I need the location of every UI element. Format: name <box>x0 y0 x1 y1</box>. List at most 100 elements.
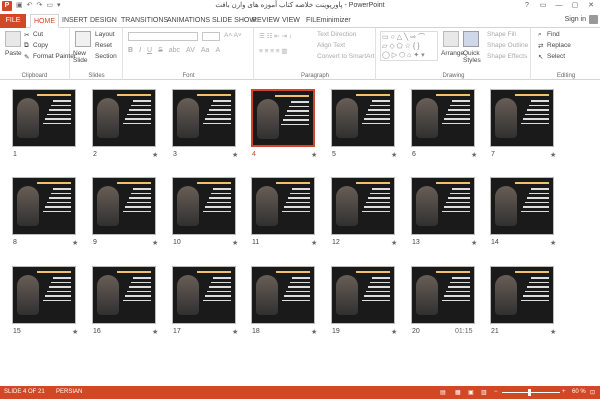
shape-outline-button[interactable]: Shape Outline <box>487 42 528 49</box>
close-button[interactable]: ✕ <box>584 0 598 11</box>
shape-fill-button[interactable]: Shape Fill <box>487 31 516 38</box>
tab-file[interactable]: FILE <box>0 14 26 28</box>
zoom-slider-thumb[interactable] <box>528 389 531 396</box>
strikethrough-button[interactable]: S <box>158 47 163 54</box>
animation-star-icon: ★ <box>391 329 398 336</box>
grow-font-icon[interactable]: A˄ A˅ <box>224 32 242 39</box>
slide-thumbnail[interactable] <box>12 266 76 324</box>
maximize-button[interactable]: ▢ <box>568 0 582 11</box>
tab-slide-show[interactable]: SLIDE SHOW <box>212 14 256 28</box>
new-slide-button[interactable]: New Slide <box>73 50 93 64</box>
shapes-gallery[interactable]: ▭ ○ △ ╲ ⇨ ⌒ ▱ ◇ ⬠ ☆ { } ◯ ▷ ⬡ ⌂ ✦ ▾ <box>380 31 438 61</box>
tab-home[interactable]: HOME <box>30 14 59 28</box>
slide-thumbnail[interactable] <box>172 177 236 235</box>
tab-insert[interactable]: INSERT <box>62 14 88 28</box>
avatar[interactable] <box>589 15 598 24</box>
notes-icon[interactable]: ▤ <box>440 389 446 396</box>
ribbon-display-button[interactable]: ▭ <box>536 0 550 11</box>
slide-thumbnail[interactable] <box>490 177 554 235</box>
slide-thumbnail[interactable] <box>92 89 156 147</box>
slide-timing: 01:15 <box>455 328 473 335</box>
slide-portrait-image <box>495 186 517 226</box>
bullets-icon[interactable]: ☰ ☷ ⇤ ⇥ ↕ <box>259 32 292 40</box>
replace-button[interactable]: ⇄ Replace <box>538 42 571 50</box>
tab-fileminimizer[interactable]: FILEminimizer <box>306 14 351 28</box>
zoom-out-button[interactable]: − <box>494 389 498 395</box>
slide-number: 15 <box>13 328 21 335</box>
slide-thumbnail[interactable] <box>411 266 475 324</box>
cut-button[interactable]: ✂ Cut <box>24 31 43 39</box>
slide-portrait-image <box>177 275 199 315</box>
font-color-button[interactable]: A <box>215 47 220 54</box>
slide-title-line <box>37 182 71 184</box>
format-painter-button[interactable]: ✎ Format Painter <box>24 53 76 61</box>
layout-button[interactable]: Layout <box>95 31 115 38</box>
sign-in-link[interactable]: Sign in <box>565 16 586 23</box>
italic-button[interactable]: I <box>139 47 141 54</box>
font-size-select[interactable] <box>202 32 220 41</box>
arrange-button[interactable]: Arrange <box>441 50 464 57</box>
slide-number: 9 <box>93 239 97 246</box>
char-spacing-button[interactable]: AV <box>186 47 195 54</box>
slide-number: 11 <box>252 239 260 246</box>
minimize-button[interactable]: — <box>552 0 566 11</box>
slide-thumbnail[interactable] <box>411 177 475 235</box>
slide-number: 14 <box>491 239 499 246</box>
find-button[interactable]: ⌕ Find <box>538 31 560 38</box>
help-button[interactable]: ? <box>520 0 534 11</box>
slide-thumbnail[interactable] <box>490 89 554 147</box>
tab-design[interactable]: DESIGN <box>90 14 117 28</box>
replace-icon: ⇄ <box>538 43 544 50</box>
reset-button[interactable]: Reset <box>95 42 112 49</box>
quick-styles-icon[interactable] <box>463 31 479 47</box>
bold-button[interactable]: B <box>128 47 133 54</box>
slide-thumbnail[interactable] <box>12 177 76 235</box>
slide-thumbnail[interactable] <box>172 266 236 324</box>
arrange-icon[interactable] <box>443 31 459 47</box>
change-case-button[interactable]: Aa <box>201 47 210 54</box>
language-indicator[interactable]: PERSIAN <box>56 389 82 395</box>
text-direction-button[interactable]: Text Direction <box>317 31 356 38</box>
new-slide-icon[interactable] <box>75 31 91 47</box>
align-icons[interactable]: ≡ ≡ ≡ ≡ ▥ <box>259 47 288 55</box>
tab-transitions[interactable]: TRANSITIONS <box>121 14 168 28</box>
shadow-button[interactable]: abc <box>169 47 180 54</box>
slide-thumbnail[interactable] <box>172 89 236 147</box>
slide-thumbnail[interactable] <box>12 89 76 147</box>
underline-button[interactable]: U <box>147 47 152 54</box>
quick-styles-button[interactable]: Quick Styles <box>463 50 483 64</box>
zoom-slider[interactable] <box>502 392 560 393</box>
convert-smartart-button[interactable]: Convert to SmartArt <box>317 53 374 60</box>
slide-thumbnail[interactable] <box>251 177 315 235</box>
align-text-button[interactable]: Align Text <box>317 42 345 49</box>
font-name-select[interactable] <box>128 32 198 41</box>
select-button[interactable]: ↖ Select <box>538 53 565 61</box>
fit-window-icon[interactable]: ⊡ <box>590 389 595 396</box>
paste-icon[interactable] <box>5 31 21 47</box>
zoom-level[interactable]: 60 % <box>572 389 586 395</box>
tab-view[interactable]: VIEW <box>282 14 300 28</box>
normal-view-icon[interactable]: ▦ <box>455 389 461 396</box>
slide-text-lines <box>519 188 549 215</box>
zoom-in-button[interactable]: + <box>562 389 566 395</box>
slide-thumbnail[interactable] <box>92 266 156 324</box>
tab-review[interactable]: REVIEW <box>252 14 280 28</box>
slide-thumbnail[interactable] <box>251 89 315 147</box>
tab-animations[interactable]: ANIMATIONS <box>167 14 210 28</box>
slide-thumbnail[interactable] <box>490 266 554 324</box>
slide-thumbnail[interactable] <box>331 89 395 147</box>
paste-button[interactable]: Paste <box>5 50 22 57</box>
slide-number: 10 <box>173 239 181 246</box>
slide-thumbnail[interactable] <box>331 177 395 235</box>
reading-view-icon[interactable]: ▥ <box>481 389 487 396</box>
slide-thumbnail[interactable] <box>92 177 156 235</box>
format-painter-label: Format Painter <box>33 53 76 61</box>
copy-button[interactable]: ⧉ Copy <box>24 42 48 49</box>
slide-thumbnail[interactable] <box>251 266 315 324</box>
slide-title-line <box>37 94 71 96</box>
slide-thumbnail[interactable] <box>331 266 395 324</box>
section-button[interactable]: Section <box>95 53 117 60</box>
slide-thumbnail[interactable] <box>411 89 475 147</box>
shape-effects-button[interactable]: Shape Effects <box>487 53 527 60</box>
slide-sorter-view-icon[interactable]: ▣ <box>468 389 474 396</box>
